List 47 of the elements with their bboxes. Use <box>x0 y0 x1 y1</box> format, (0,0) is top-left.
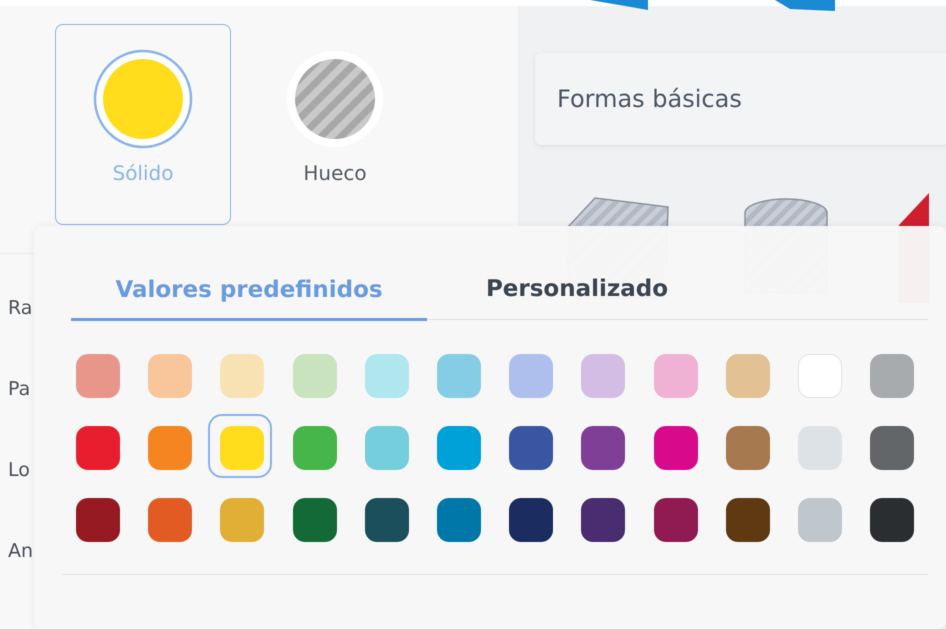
color-swatch[interactable] <box>220 354 264 398</box>
color-swatch[interactable] <box>436 498 481 542</box>
property-label: Lo <box>8 458 31 482</box>
color-swatch[interactable] <box>509 498 554 542</box>
solid-fill-icon <box>93 49 193 149</box>
color-swatch[interactable] <box>581 354 626 398</box>
color-swatch[interactable] <box>148 354 192 398</box>
color-swatch[interactable] <box>726 498 770 542</box>
property-label: Pa <box>8 377 32 401</box>
property-label: An <box>8 539 34 563</box>
color-swatch[interactable] <box>798 498 842 542</box>
color-swatch[interactable] <box>654 426 698 470</box>
color-swatch[interactable] <box>870 498 914 542</box>
color-swatch[interactable] <box>148 498 192 542</box>
color-swatch[interactable] <box>364 426 409 470</box>
color-swatch[interactable] <box>509 426 554 470</box>
color-swatch[interactable] <box>436 354 481 398</box>
color-swatch[interactable] <box>76 354 120 398</box>
color-swatch[interactable] <box>292 354 337 398</box>
color-swatch[interactable] <box>654 498 698 542</box>
option-label: Sólido <box>112 161 174 185</box>
color-swatch[interactable] <box>726 354 770 398</box>
color-swatch[interactable] <box>364 498 409 542</box>
color-swatch[interactable] <box>76 498 120 542</box>
property-label: Ra <box>8 296 34 320</box>
fill-style-option[interactable]: Hueco <box>247 24 423 225</box>
color-swatch[interactable] <box>870 426 914 470</box>
color-swatch[interactable] <box>436 426 481 470</box>
color-swatch[interactable] <box>76 426 120 470</box>
color-swatch[interactable] <box>220 426 264 470</box>
color-swatch[interactable] <box>798 426 842 470</box>
color-swatch[interactable] <box>798 354 842 398</box>
color-swatch[interactable] <box>509 354 554 398</box>
color-swatch[interactable] <box>581 498 626 542</box>
color-swatch[interactable] <box>581 426 626 470</box>
color-swatch[interactable] <box>870 354 914 398</box>
color-swatch[interactable] <box>726 426 770 470</box>
category-select[interactable]: Formas básicas <box>535 53 946 145</box>
color-swatch[interactable] <box>148 426 192 470</box>
picker-tab[interactable]: Personalizado <box>427 266 727 319</box>
color-swatch[interactable] <box>364 354 409 398</box>
hollow-fill-icon <box>285 49 385 149</box>
color-swatch[interactable] <box>292 498 337 542</box>
color-swatch[interactable] <box>292 426 337 470</box>
color-swatch[interactable] <box>654 354 698 398</box>
color-swatch[interactable] <box>220 498 264 542</box>
option-label: Hueco <box>303 161 367 185</box>
